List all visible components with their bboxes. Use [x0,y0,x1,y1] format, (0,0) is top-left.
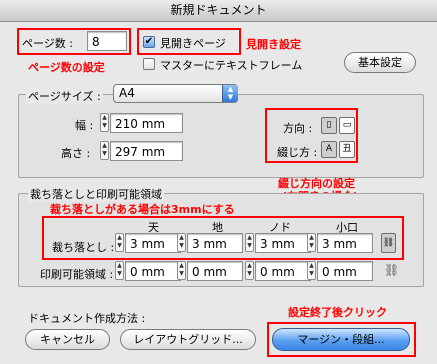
bleed-annotation: 裁ち落としがある場合は3mmにする [50,203,235,216]
bleed-outside-stepper[interactable]: ▲ ▼ [307,233,316,252]
portrait-orientation-icon[interactable]: ▯ [321,117,337,134]
window-title: 新規ドキュメント [170,3,267,17]
margins-columns-button[interactable]: マージン・段組... [272,328,410,351]
page-size-label: ページサイズ : [26,88,103,104]
bleed-top-stepper[interactable]: ▲ ▼ [115,233,124,252]
width-label: 幅 : [75,119,94,132]
landscape-orientation-icon[interactable]: ▭ [339,117,355,134]
creation-method-label: ドキュメント作成方法 : [28,312,146,325]
page-count-annotation: ページ数の設定 [28,61,105,74]
slug-outside-stepper[interactable]: ▲ ▼ [307,261,316,280]
bleed-top-input[interactable]: 3 mm [125,233,181,253]
width-stepper[interactable]: ▲ ▼ [100,113,109,132]
bleed-inside-input[interactable]: 3 mm [255,233,311,253]
page-size-selected: A4 [119,86,135,100]
basic-settings-button[interactable]: 基本設定 [344,52,416,73]
bleed-group-label: 裁ち落としと印刷可能領域 [28,186,164,202]
page-size-select[interactable]: A4 [113,84,238,103]
orientation-label: 方向 : [283,122,313,135]
bleed-label: 裁ち落とし : [52,241,115,254]
broken-chain-link-icon[interactable]: ⛓ [384,263,399,277]
bleed-bottom-stepper[interactable]: ▲ ▼ [177,233,186,252]
binding-label: 綴じ方 : [277,146,318,159]
page-count-label: ページ数 : [22,37,73,50]
slug-top-stepper[interactable]: ▲ ▼ [115,261,124,280]
height-stepper[interactable]: ▲ ▼ [100,141,109,160]
slug-inside-stepper[interactable]: ▲ ▼ [245,261,254,280]
select-arrows-icon: ▲ ▼ [222,85,238,102]
facing-pages-checkbox[interactable]: ✔ [143,36,155,48]
window-title-bar: 新規ドキュメント [0,0,437,22]
bleed-outside-input[interactable]: 3 mm [317,233,373,253]
bleed-bottom-input[interactable]: 3 mm [187,233,243,253]
page-count-input[interactable]: 8 [87,31,127,51]
slug-bottom-input[interactable]: 0 mm [187,261,243,281]
width-input[interactable]: 210 mm [110,113,183,133]
master-text-frame-label: マスターにテキストフレーム [160,59,303,72]
height-input[interactable]: 297 mm [110,141,183,161]
facing-pages-label: 見開きページ [160,37,226,50]
cancel-button[interactable]: キャンセル [25,329,110,350]
finish-click-annotation: 設定終了後クリック [288,306,387,319]
page-size-group [18,94,424,178]
left-binding-icon[interactable]: A [321,141,337,158]
facing-pages-annotation: 見開き設定 [246,38,301,51]
slug-top-input[interactable]: 0 mm [125,261,181,281]
slug-label: 印刷可能領域 : [40,268,114,281]
height-label: 高さ : [61,147,91,160]
bleed-inside-stepper[interactable]: ▲ ▼ [245,233,254,252]
slug-inside-input[interactable]: 0 mm [255,261,311,281]
master-text-frame-checkbox[interactable] [143,58,155,70]
chain-link-icon[interactable]: ⛓ [381,233,396,253]
right-binding-icon[interactable]: 丑 [339,141,355,158]
layout-grid-button[interactable]: レイアウトグリッド... [120,329,256,350]
slug-bottom-stepper[interactable]: ▲ ▼ [177,261,186,280]
slug-outside-input[interactable]: 0 mm [317,261,373,281]
